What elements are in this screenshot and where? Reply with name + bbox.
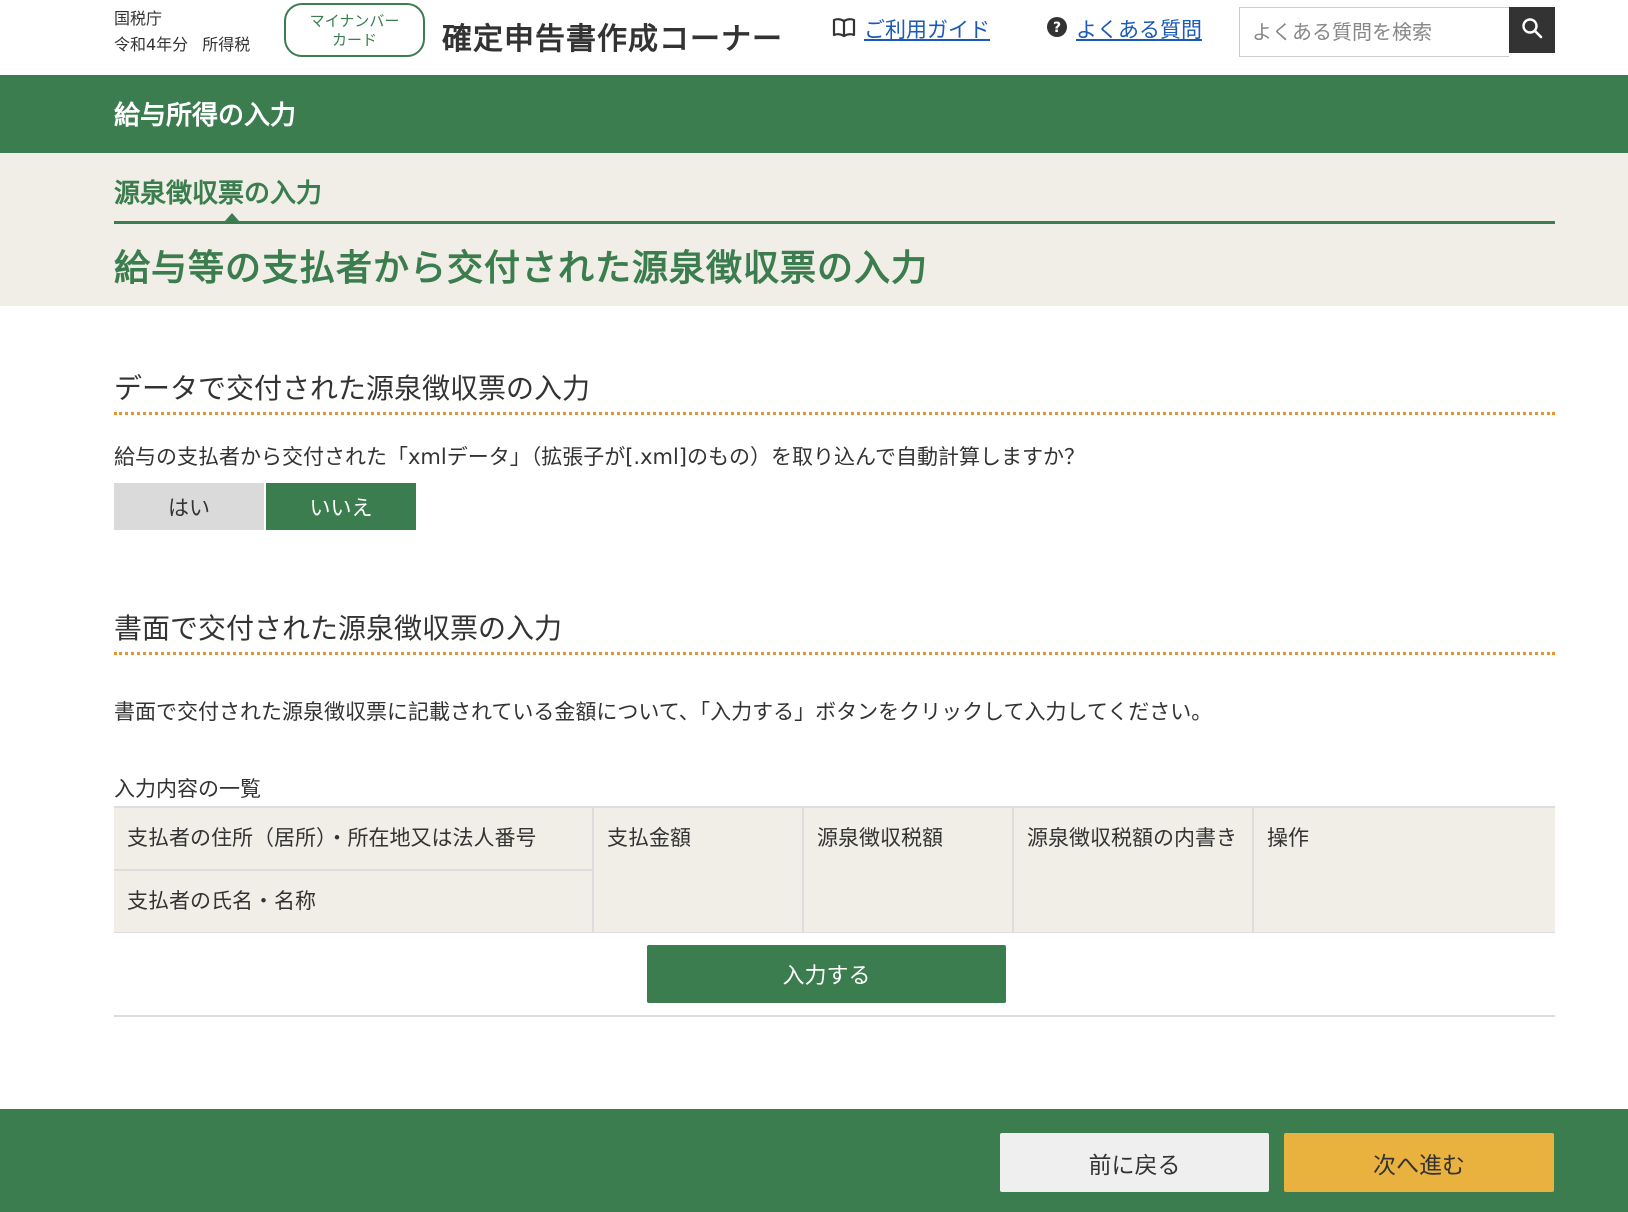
- column-header-operation: 操作: [1252, 807, 1555, 933]
- tax-type: 所得税: [202, 35, 251, 54]
- data-section-heading: データで交付された源泉徴収票の入力: [114, 372, 591, 405]
- paper-instruction: 書面で交付された源泉徴収票に記載されている金額について、「入力する」ボタンをクリ…: [114, 700, 1213, 724]
- book-icon: [832, 16, 856, 43]
- step-title: 源泉徴収票の入力: [114, 179, 323, 209]
- agency-name: 国税庁: [114, 9, 163, 28]
- user-guide-label: ご利用ガイド: [864, 18, 990, 42]
- column-header-name: 支払者の氏名・名称: [114, 869, 593, 933]
- section-divider: [114, 412, 1555, 415]
- section-title: 給与所得の入力: [114, 101, 297, 131]
- column-header-address: 支払者の住所（居所）・所在地又は法人番号: [127, 826, 537, 850]
- faq-label: よくある質問: [1076, 18, 1202, 42]
- search-icon: [1521, 17, 1543, 43]
- tax-year: 令和4年分: [114, 35, 189, 54]
- footer-nav: 前に戻る 次へ進む: [0, 1109, 1628, 1212]
- svg-text:?: ?: [1053, 20, 1061, 36]
- tax-year-info: 令和4年分 所得税: [114, 32, 264, 58]
- column-header-withholding-inner: 源泉徴収税額の内書き: [1012, 807, 1253, 933]
- section-divider: [114, 652, 1555, 655]
- column-header-amount: 支払金額: [592, 807, 803, 933]
- mynumber-card-button[interactable]: マイナンバー カード: [284, 3, 425, 57]
- mynumber-label-line2: カード: [331, 31, 377, 49]
- yes-button[interactable]: はい: [114, 483, 264, 530]
- paper-section-heading: 書面で交付された源泉徴収票の入力: [114, 612, 563, 645]
- user-guide-link[interactable]: ご利用ガイド: [832, 14, 990, 44]
- back-button[interactable]: 前に戻る: [1000, 1133, 1269, 1192]
- page-title: 給与等の支払者から交付された源泉徴収票の入力: [114, 248, 929, 289]
- section-bar: 給与所得の入力: [0, 75, 1628, 153]
- site-header: 国税庁 令和4年分 所得税 マイナンバー カード 確定申告書作成コーナー ご利用ガ…: [0, 0, 1628, 75]
- page-subheader: 源泉徴収票の入力 給与等の支払者から交付された源泉徴収票の入力: [0, 153, 1628, 306]
- next-button[interactable]: 次へ進む: [1284, 1133, 1554, 1192]
- mynumber-label-line1: マイナンバー: [309, 12, 400, 30]
- step-divider: [114, 221, 1555, 224]
- entry-list-caption: 入力内容の一覧: [114, 777, 261, 801]
- xml-import-question: 給与の支払者から交付された「xmlデータ」（拡張子が[.xml]のもの）を取り込…: [114, 445, 1085, 469]
- step-indicator-marker: [225, 213, 239, 221]
- faq-link[interactable]: ? よくある質問: [1046, 14, 1202, 44]
- corner-title: 確定申告書作成コーナー: [442, 22, 783, 57]
- column-header-withholding: 源泉徴収税額: [802, 807, 1013, 933]
- search-button[interactable]: [1509, 7, 1555, 53]
- no-button[interactable]: いいえ: [266, 483, 416, 530]
- enter-button[interactable]: 入力する: [647, 945, 1006, 1003]
- question-circle-icon: ?: [1046, 16, 1068, 43]
- agency-info: 国税庁 令和4年分 所得税: [114, 6, 264, 58]
- xml-import-toggle: はい いいえ: [114, 483, 416, 530]
- faq-search-input[interactable]: [1239, 7, 1509, 57]
- add-entry-row: 入力する: [114, 933, 1555, 1017]
- entry-list-table: 支払者の住所（居所）・所在地又は法人番号 支払金額 源泉徴収税額 源泉徴収税額の…: [114, 806, 1555, 934]
